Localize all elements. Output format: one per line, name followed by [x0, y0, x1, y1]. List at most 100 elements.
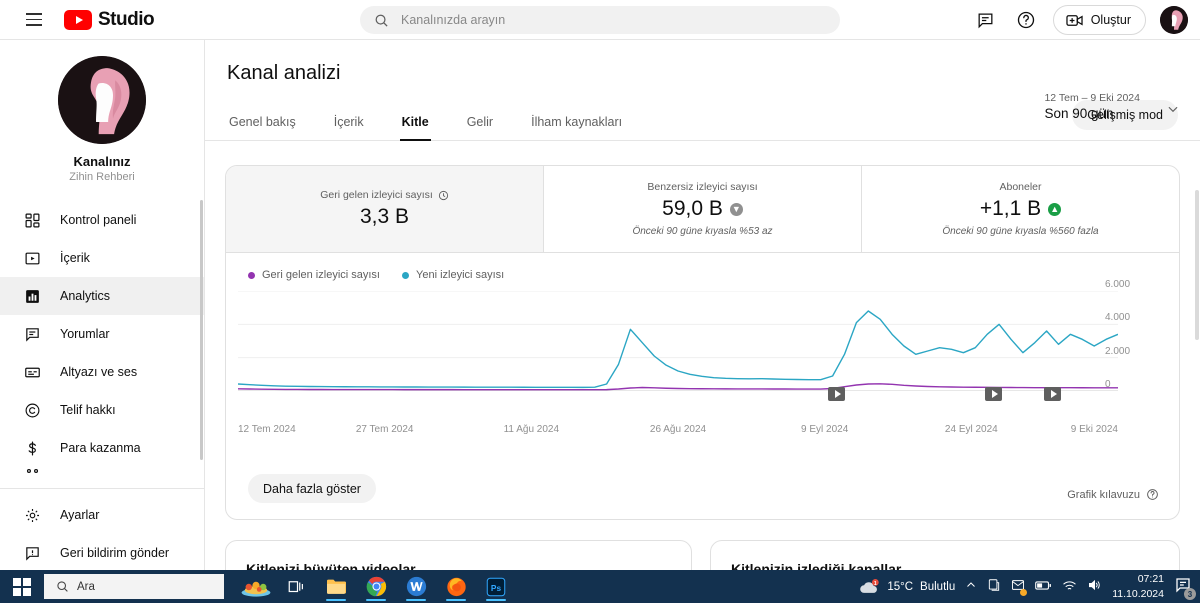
chevron-up-icon[interactable] — [965, 579, 977, 594]
sidebar-item-label: Altyazı ve ses — [60, 365, 138, 379]
metric-delta: Önceki 90 güne kıyasla %53 az — [632, 226, 773, 237]
notification-count: 3 — [1184, 588, 1196, 600]
x-tick-label: 27 Tem 2024 — [355, 424, 414, 435]
metric-card-aboneler[interactable]: Aboneler +1,1 B ▲ Önceki 90 güne kıyasla… — [861, 166, 1179, 252]
growing-videos-card[interactable]: Kitlenizi büyüten videolar Son 90 gün — [225, 540, 692, 570]
task-view-icon[interactable] — [278, 570, 314, 603]
chart-guide-label: Grafik kılavuzu — [1067, 488, 1140, 501]
chart-legend: Geri gelen izleyici sayısı Yeni izleyici… — [226, 253, 1179, 281]
photoshop-icon[interactable]: Ps — [478, 570, 514, 603]
legend-item-returning[interactable]: Geri gelen izleyici sayısı — [248, 269, 380, 281]
sidebar-item-altyazi-ve-ses[interactable]: Altyazı ve ses — [0, 353, 204, 391]
sidebar-divider — [0, 488, 204, 489]
metric-card-benzersiz-izleyici[interactable]: Benzersiz izleyici sayısı 59,0 B ▼ Öncek… — [543, 166, 861, 252]
metric-label: Aboneler — [999, 181, 1042, 193]
sidebar-item-ayarlar[interactable]: Ayarlar — [0, 496, 204, 534]
file-explorer-icon[interactable] — [318, 570, 354, 603]
battery-icon[interactable] — [1035, 579, 1052, 595]
x-tick-label: 11 Ağu 2024 — [503, 424, 560, 435]
chart-plot-area[interactable] — [238, 291, 1118, 391]
channel-info: Kanalınız Zihin Rehberi — [0, 40, 204, 193]
sidebar-item-geri-bildirim-gonder[interactable]: Geri bildirim gönder — [0, 534, 204, 570]
legend-item-new[interactable]: Yeni izleyici sayısı — [402, 269, 504, 281]
onedrive-icon[interactable] — [987, 578, 1001, 595]
x-tick-label: 9 Eki 2024 — [1070, 424, 1118, 435]
date-range-selector[interactable]: 12 Tem – 9 Eki 2024 Son 90 gün — [1044, 92, 1180, 121]
weather-widget[interactable]: 1 15°C Bulutlu — [858, 578, 955, 596]
youtube-play-icon — [64, 9, 92, 30]
avatar[interactable] — [1160, 6, 1188, 34]
metric-card-geri-gelen-izleyici[interactable]: Geri gelen izleyici sayısı 3,3 B — [226, 166, 543, 252]
word-app-icon[interactable] — [398, 570, 434, 603]
taskbar-apps: Ps — [238, 570, 514, 603]
mail-icon[interactable] — [1011, 578, 1028, 596]
x-tick-label: 12 Tem 2024 — [238, 424, 296, 435]
metric-delta: Önceki 90 güne kıyasla %560 fazla — [942, 226, 1099, 237]
hamburger-menu-icon[interactable] — [14, 0, 54, 40]
trend-up-icon: ▲ — [1048, 202, 1062, 216]
sidebar-item-analytics[interactable]: Analytics — [0, 277, 204, 315]
chart-x-axis: 12 Tem 2024 27 Tem 2024 11 Ağu 2024 26 Ağu … — [226, 424, 1179, 444]
create-button[interactable]: Oluştur — [1052, 5, 1146, 35]
audience-chart-card: Geri gelen izleyici sayısı 3,3 B Benzers… — [225, 165, 1180, 520]
help-icon[interactable] — [1013, 7, 1039, 33]
taskbar-clock[interactable]: 07:21 11.10.2024 — [1112, 572, 1164, 600]
metric-label: Benzersiz izleyici sayısı — [647, 181, 758, 193]
subtitles-icon — [22, 362, 42, 382]
desktop-widget-icon[interactable] — [238, 570, 274, 603]
sidebar-item-label: Para kazanma — [60, 441, 141, 455]
sidebar-item-clipped[interactable] — [0, 467, 204, 481]
tab-icerik[interactable]: İçerik — [332, 107, 366, 140]
metric-label: Geri gelen izleyici sayısı — [320, 189, 433, 201]
firefox-icon[interactable] — [438, 570, 474, 603]
main-content: Kanal analizi Gelişmiş mod Genel bakış İ… — [205, 40, 1200, 570]
sidebar-item-label: Analytics — [60, 289, 111, 303]
chart-guide-link[interactable]: Grafik kılavuzu — [1067, 488, 1159, 501]
main-scrollbar[interactable] — [1195, 190, 1199, 340]
windows-start-icon[interactable] — [0, 570, 44, 603]
tab-gelir[interactable]: Gelir — [465, 107, 495, 140]
clock-icon — [438, 190, 448, 200]
cloud-icon: 1 — [860, 578, 880, 593]
sidebar-item-para-kazanma[interactable]: Para kazanma — [0, 429, 204, 467]
chevron-down-icon[interactable] — [1166, 102, 1180, 121]
taskbar-search[interactable]: Ara — [44, 574, 224, 599]
show-more-button[interactable]: Daha fazla göster — [248, 474, 376, 503]
sidebar-item-label: Yorumlar — [60, 327, 110, 341]
search-bar[interactable] — [360, 6, 840, 34]
tab-kitle[interactable]: Kitle — [399, 107, 431, 141]
notification-icon[interactable]: 3 — [1174, 576, 1196, 600]
y-tick-label: 0 — [1105, 379, 1111, 390]
feedback-icon — [22, 543, 42, 563]
sidebar-scrollbar[interactable] — [200, 200, 203, 460]
tab-genel-bakis[interactable]: Genel bakış — [227, 107, 298, 140]
sidebar-item-yorumlar[interactable]: Yorumlar — [0, 315, 204, 353]
search-input[interactable] — [401, 13, 826, 27]
video-add-icon — [1066, 14, 1083, 26]
top-bar: Studio Oluştur — [0, 0, 1200, 40]
youtube-studio-logo[interactable]: Studio — [64, 9, 155, 31]
volume-icon[interactable] — [1087, 578, 1102, 595]
video-marker[interactable] — [1044, 387, 1061, 401]
create-button-label: Oluştur — [1090, 13, 1131, 27]
feedback-comment-icon[interactable] — [973, 7, 999, 33]
sidebar-item-telif-hakki[interactable]: Telif hakkı — [0, 391, 204, 429]
user-avatar-icon — [1160, 6, 1188, 34]
analytics-bar-icon — [22, 286, 42, 306]
video-marker[interactable] — [985, 387, 1003, 401]
line-chart[interactable]: 0 2.000 4.000 6.000 — [226, 279, 1179, 416]
top-right-controls: Oluştur — [973, 0, 1188, 40]
sidebar-item-kontrol-paneli[interactable]: Kontrol paneli — [0, 201, 204, 239]
wifi-icon[interactable] — [1062, 579, 1077, 595]
sidebar-item-icerik[interactable]: İçerik — [0, 239, 204, 277]
watched-channels-card[interactable]: Kitlenizin izlediği kanallar Son 28 gün — [710, 540, 1180, 570]
video-marker[interactable] — [828, 387, 846, 401]
channel-avatar[interactable] — [58, 56, 146, 144]
legend-color-dot — [402, 271, 409, 279]
help-icon — [1147, 489, 1158, 500]
tab-ilham-kaynaklari[interactable]: İlham kaynakları — [529, 107, 624, 140]
y-tick-label: 6.000 — [1105, 279, 1131, 290]
svg-text:1: 1 — [874, 580, 877, 586]
chrome-icon[interactable] — [358, 570, 394, 603]
sidebar-item-label: İçerik — [60, 251, 90, 265]
